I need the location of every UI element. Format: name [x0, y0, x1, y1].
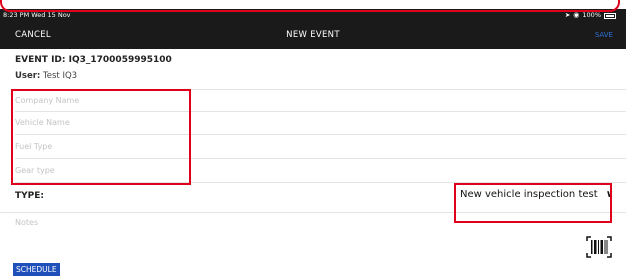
barcode-icon[interactable]	[586, 236, 612, 258]
notes-field[interactable]: Notes	[15, 218, 38, 227]
event-id: EVENT ID: IQ3_1700059995100	[15, 55, 172, 65]
save-button[interactable]: SAVE	[595, 31, 613, 39]
highlight-box-fields	[11, 89, 191, 185]
user-line: User: Test IQ3	[15, 71, 77, 81]
schedule-button[interactable]: SCHEDULE	[13, 263, 60, 276]
highlight-box-status	[0, 0, 620, 12]
app-screen: 8:23 PM Wed 15 Nov ➤ ◉ 100% CANCEL NEW E…	[0, 0, 626, 279]
highlight-box-type	[454, 183, 612, 223]
user-name: Test IQ3	[43, 71, 78, 81]
battery-icon	[604, 12, 616, 19]
user-label: User:	[15, 71, 41, 81]
nav-bar: CANCEL NEW EVENT SAVE	[0, 22, 626, 49]
type-label: TYPE:	[15, 191, 44, 201]
page-title: NEW EVENT	[286, 30, 340, 40]
